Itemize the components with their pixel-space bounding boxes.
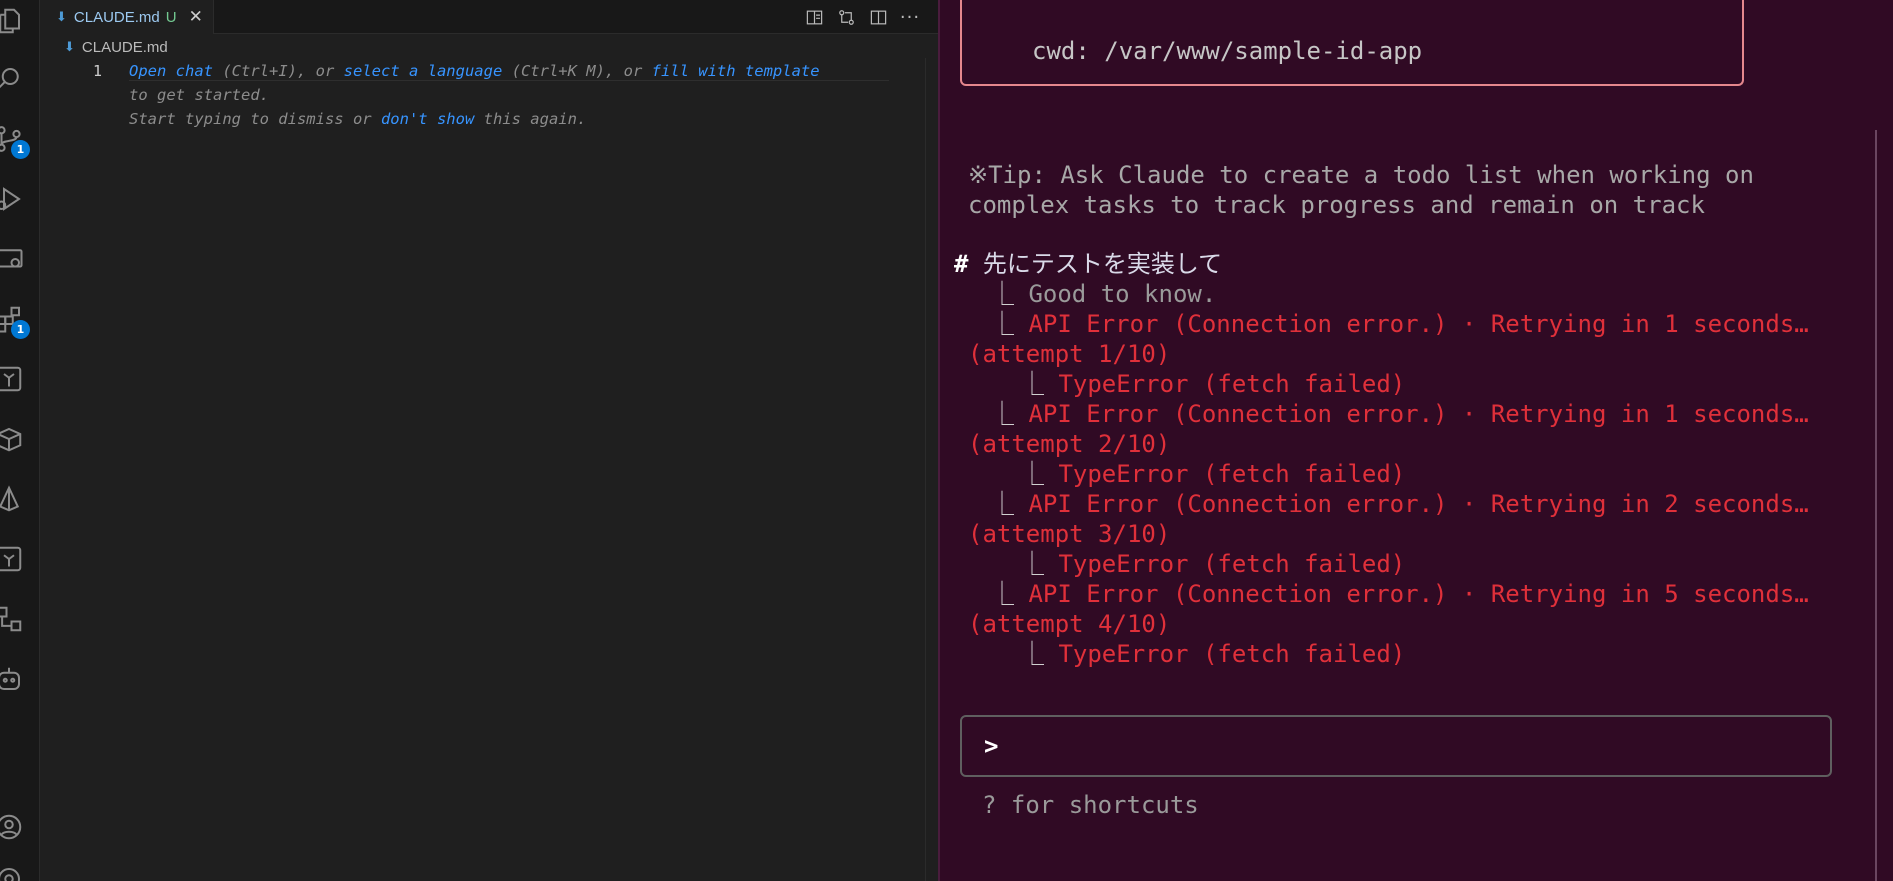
open-changes-button[interactable]	[830, 5, 862, 29]
good-to-know-line: ⎿ Good to know.	[990, 279, 1216, 309]
error-detail: TypeError (fetch failed)	[1058, 460, 1406, 488]
error-line: ⎿ API Error (Connection error.) · Retryi…	[990, 579, 1809, 609]
tree-glyph: ⎿	[1020, 460, 1044, 488]
error-line: ⎿ API Error (Connection error.) · Retryi…	[990, 489, 1809, 519]
error-detail-line: ⎿ TypeError (fetch failed)	[1020, 369, 1405, 399]
editor-hint-line-1: Open chat (Ctrl+I), or select a language…	[129, 62, 889, 81]
split-editor-icon	[870, 10, 886, 24]
error-attempt: (attempt 2/10)	[968, 430, 1171, 458]
prompt-caret: >	[984, 732, 999, 760]
tree-glyph: ⎿	[1020, 370, 1044, 398]
tab-strip: ⬇ CLAUDE.md U ✕ ···	[40, 0, 938, 34]
error-detail: TypeError (fetch failed)	[1058, 640, 1406, 668]
extensions-badge: 1	[11, 320, 30, 339]
user-message: # 先にテストを実装して	[954, 249, 1222, 279]
editor-scrollbar[interactable]	[925, 58, 938, 881]
markdown-icon: ⬇	[56, 9, 67, 25]
editor-hint-line-2: to get started.	[129, 86, 269, 104]
tree-glyph: ⎿	[1020, 550, 1044, 578]
tree-glyph: ⎿	[990, 400, 1014, 428]
message-hash: #	[954, 250, 969, 278]
search-icon[interactable]	[0, 62, 26, 96]
open-chat-shortcut: (Ctrl+I), or	[213, 62, 344, 80]
error-detail: TypeError (fetch failed)	[1058, 550, 1406, 578]
containers-icon[interactable]	[0, 422, 26, 456]
source-control-badge: 1	[11, 140, 30, 159]
error-detail-line: ⎿ TypeError (fetch failed)	[1020, 549, 1405, 579]
copilot-icon[interactable]	[0, 662, 26, 696]
more-actions-button[interactable]: ···	[894, 5, 926, 29]
run-debug-icon[interactable]	[0, 182, 26, 216]
error-line: ⎿ API Error (Connection error.) · Retryi…	[990, 399, 1809, 429]
close-icon[interactable]: ✕	[189, 7, 203, 27]
tip-line-2: complex tasks to track progress and rema…	[968, 191, 1705, 219]
split-editor-button[interactable]	[862, 5, 894, 29]
terraform-cloud-icon[interactable]	[0, 542, 26, 576]
markdown-icon: ⬇	[64, 39, 75, 55]
tree-glyph: ⎿	[1020, 640, 1044, 668]
open-preview-button[interactable]	[798, 5, 830, 29]
error-attempt: (attempt 1/10)	[968, 340, 1171, 368]
dismiss-prefix: Start typing to dismiss or	[129, 110, 381, 128]
activity-bar: 1 1	[0, 0, 40, 881]
error-line: ⎿ API Error (Connection error.) · Retryi…	[990, 309, 1809, 339]
select-language-link[interactable]: select a language	[344, 62, 503, 80]
select-language-shortcut: (Ctrl+K M), or	[502, 62, 652, 80]
error-message: API Error (Connection error.) · Retrying…	[1028, 580, 1809, 608]
error-attempt: (attempt 3/10)	[968, 520, 1171, 548]
error-detail-line: ⎿ TypeError (fetch failed)	[1020, 639, 1405, 669]
shortcuts-hint: ? for shortcuts	[982, 791, 1199, 819]
error-attempt: (attempt 4/10)	[968, 610, 1171, 638]
open-preview-icon	[806, 10, 822, 24]
settings-icon[interactable]	[0, 862, 26, 881]
message-text: 先にテストを実装して	[968, 250, 1223, 278]
dont-show-link[interactable]: don't show	[381, 110, 474, 128]
terraform-icon[interactable]	[0, 362, 26, 396]
open-chat-link[interactable]: Open chat	[129, 62, 213, 80]
good-to-know-text: Good to know.	[1028, 280, 1217, 308]
editor-hint-line-3: Start typing to dismiss or don't show th…	[129, 110, 889, 128]
terminal-panel[interactable]: cwd: /var/www/sample-id-app ※Tip: Ask Cl…	[938, 0, 1893, 881]
fill-template-link[interactable]: fill with template	[652, 62, 820, 80]
breadcrumb[interactable]: ⬇ CLAUDE.md	[64, 36, 168, 58]
tree-glyph: ⎿	[990, 490, 1014, 518]
line-number: 1	[92, 62, 102, 80]
error-message: API Error (Connection error.) · Retrying…	[1028, 310, 1809, 338]
prisma-icon[interactable]	[0, 482, 26, 516]
editor-actions: ···	[798, 0, 926, 34]
remote-explorer-icon[interactable]	[0, 242, 26, 276]
error-detail: TypeError (fetch failed)	[1058, 370, 1406, 398]
prompt-input[interactable]: >	[960, 715, 1832, 777]
more-actions-icon: ···	[899, 6, 921, 28]
tree-glyph: ⎿	[990, 580, 1014, 608]
account-icon[interactable]	[0, 810, 26, 844]
explorer-icon[interactable]	[0, 4, 26, 38]
breadcrumb-file[interactable]: CLAUDE.md	[82, 39, 168, 56]
tab-title: CLAUDE.md	[73, 8, 160, 26]
error-detail-line: ⎿ TypeError (fetch failed)	[1020, 459, 1405, 489]
tab-claude-md[interactable]: ⬇ CLAUDE.md U ✕	[40, 0, 214, 34]
modified-indicator: U	[165, 8, 177, 26]
error-message: API Error (Connection error.) · Retrying…	[1028, 400, 1809, 428]
compare-changes-icon	[838, 9, 854, 25]
terminal-scrollbar[interactable]	[1875, 130, 1893, 881]
dismiss-suffix: this again.	[474, 110, 587, 128]
diagram-icon[interactable]	[0, 602, 26, 636]
cwd-text: cwd: /var/www/sample-id-app	[1032, 37, 1423, 65]
tree-glyph: ⎿	[990, 310, 1014, 338]
tip-line-1: ※Tip: Ask Claude to create a todo list w…	[968, 161, 1754, 189]
editor-area: ⬇ CLAUDE.md U ✕ ··· ⬇ CLAUDE.md 1 Open c…	[40, 0, 938, 881]
tree-glyph: ⎿	[990, 280, 1014, 308]
error-message: API Error (Connection error.) · Retrying…	[1028, 490, 1809, 518]
cwd-box: cwd: /var/www/sample-id-app	[960, 0, 1744, 86]
